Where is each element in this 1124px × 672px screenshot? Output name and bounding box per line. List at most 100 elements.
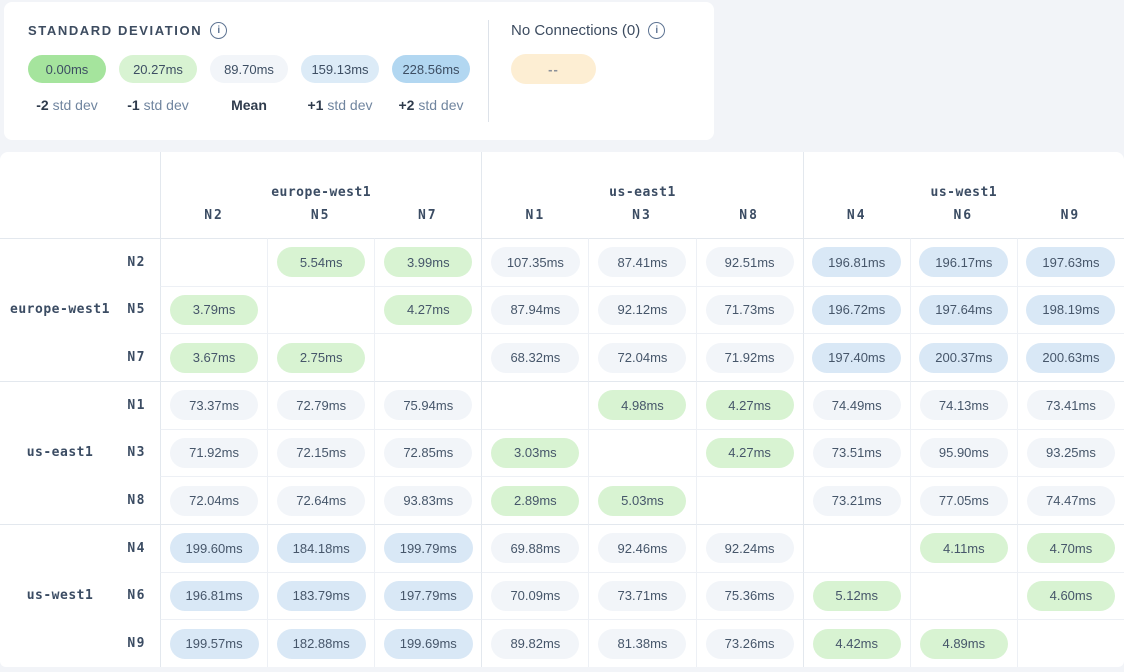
latency-pill[interactable]: 198.19ms [1026,295,1115,325]
latency-pill[interactable]: 197.64ms [919,295,1008,325]
latency-pill[interactable]: 68.32ms [491,343,579,373]
latency-pill[interactable]: 4.89ms [920,629,1008,659]
latency-pill[interactable]: 71.92ms [706,343,794,373]
latency-pill[interactable]: 93.83ms [384,486,472,516]
latency-pill[interactable]: 4.27ms [706,438,794,468]
latency-cell: 71.73ms [696,286,803,334]
latency-pill[interactable]: 3.03ms [491,438,579,468]
latency-cell: 2.75ms [267,333,374,381]
latency-pill[interactable]: 2.89ms [491,486,579,516]
info-icon[interactable]: i [210,22,227,39]
latency-pill[interactable]: 71.92ms [170,438,258,468]
latency-pill[interactable]: 183.79ms [277,581,366,611]
legend-label-3: +1 std dev [301,97,379,113]
latency-pill[interactable]: 72.85ms [384,438,472,468]
latency-cell [374,333,481,381]
latency-pill[interactable]: 93.25ms [1027,438,1115,468]
latency-pill[interactable]: 3.67ms [170,343,258,373]
latency-cell: 75.36ms [696,572,803,620]
latency-cell: 74.49ms [803,381,910,429]
latency-pill[interactable]: 4.70ms [1027,533,1115,563]
latency-pill[interactable]: 73.37ms [170,390,258,420]
latency-pill[interactable]: 72.15ms [277,438,365,468]
latency-pill[interactable]: 2.75ms [277,343,365,373]
latency-pill[interactable]: 199.60ms [170,533,259,563]
latency-pill[interactable]: 199.57ms [170,629,259,659]
latency-pill[interactable]: 87.94ms [491,295,579,325]
latency-pill[interactable]: 73.41ms [1027,390,1115,420]
latency-cell: 77.05ms [910,476,1017,524]
std-dev-title: STANDARD DEVIATION [28,23,202,38]
latency-pill[interactable]: 77.05ms [920,486,1008,516]
column-header-N7: N7 [374,202,481,238]
latency-pill[interactable]: 200.37ms [919,343,1008,373]
row-node-label: N1 [127,398,146,413]
latency-pill[interactable]: 73.26ms [706,629,794,659]
latency-pill[interactable]: 92.24ms [706,533,794,563]
latency-pill[interactable]: 5.03ms [598,486,686,516]
latency-cell: 4.70ms [1017,524,1124,572]
latency-pill[interactable]: 89.82ms [491,629,579,659]
latency-pill[interactable]: 4.98ms [598,390,686,420]
latency-pill[interactable]: 74.47ms [1027,486,1115,516]
latency-pill[interactable]: 196.81ms [812,247,901,277]
latency-pill[interactable]: 74.49ms [813,390,901,420]
latency-pill[interactable]: 197.40ms [812,343,901,373]
latency-pill[interactable]: 75.94ms [384,390,472,420]
latency-pill[interactable]: 69.88ms [491,533,579,563]
no-connections-title: No Connections (0) [511,22,640,39]
latency-cell: 73.71ms [588,572,695,620]
info-icon[interactable]: i [648,22,665,39]
row-header-N8: N8 [0,476,160,524]
latency-pill[interactable]: 4.27ms [706,390,794,420]
latency-pill[interactable]: 196.17ms [919,247,1008,277]
latency-pill[interactable]: 81.38ms [598,629,686,659]
latency-pill[interactable]: 72.64ms [277,486,365,516]
latency-matrix-card: europe-west1us-east1us-west1N2N5N7N1N3N8… [0,152,1124,667]
latency-pill[interactable]: 4.11ms [920,533,1008,563]
latency-pill[interactable]: 196.72ms [812,295,901,325]
row-header-N3: us-east1N3 [0,429,160,477]
row-node-label: N9 [127,636,146,651]
latency-pill[interactable]: 92.51ms [706,247,794,277]
latency-pill[interactable]: 4.60ms [1027,581,1115,611]
latency-pill[interactable]: 107.35ms [491,247,580,277]
latency-pill[interactable]: 71.73ms [706,295,794,325]
latency-pill[interactable]: 3.99ms [384,247,472,277]
latency-pill[interactable]: 95.90ms [920,438,1008,468]
latency-cell: 3.67ms [160,333,267,381]
latency-pill[interactable]: 197.63ms [1026,247,1115,277]
latency-cell: 4.98ms [588,381,695,429]
latency-pill[interactable]: 184.18ms [277,533,366,563]
latency-pill[interactable]: 199.69ms [384,629,473,659]
latency-cell: 199.60ms [160,524,267,572]
latency-pill[interactable]: 200.63ms [1026,343,1115,373]
latency-pill[interactable]: 73.21ms [813,486,901,516]
latency-pill[interactable]: 73.51ms [813,438,901,468]
latency-pill[interactable]: 73.71ms [598,581,686,611]
latency-pill[interactable]: 87.41ms [598,247,686,277]
latency-pill[interactable]: 5.12ms [813,581,901,611]
latency-pill[interactable]: 92.12ms [598,295,686,325]
latency-pill[interactable]: 4.27ms [384,295,472,325]
latency-cell: 68.32ms [481,333,588,381]
latency-pill[interactable]: 199.79ms [384,533,473,563]
latency-pill[interactable]: 197.79ms [384,581,473,611]
latency-pill[interactable]: 72.79ms [277,390,365,420]
latency-pill[interactable]: 182.88ms [277,629,366,659]
latency-pill[interactable]: 70.09ms [491,581,579,611]
column-header-N8: N8 [696,202,803,238]
latency-pill[interactable]: 72.04ms [170,486,258,516]
latency-pill[interactable]: 74.13ms [920,390,1008,420]
std-dev-legend: STANDARD DEVIATION i 0.00ms20.27ms89.70m… [4,2,488,140]
latency-cell: 196.81ms [160,572,267,620]
latency-cell: 197.79ms [374,572,481,620]
latency-cell: 93.83ms [374,476,481,524]
latency-pill[interactable]: 92.46ms [598,533,686,563]
latency-pill[interactable]: 75.36ms [706,581,794,611]
latency-pill[interactable]: 196.81ms [170,581,259,611]
latency-pill[interactable]: 72.04ms [598,343,686,373]
latency-pill[interactable]: 4.42ms [813,629,901,659]
latency-pill[interactable]: 5.54ms [277,247,365,277]
latency-pill[interactable]: 3.79ms [170,295,258,325]
